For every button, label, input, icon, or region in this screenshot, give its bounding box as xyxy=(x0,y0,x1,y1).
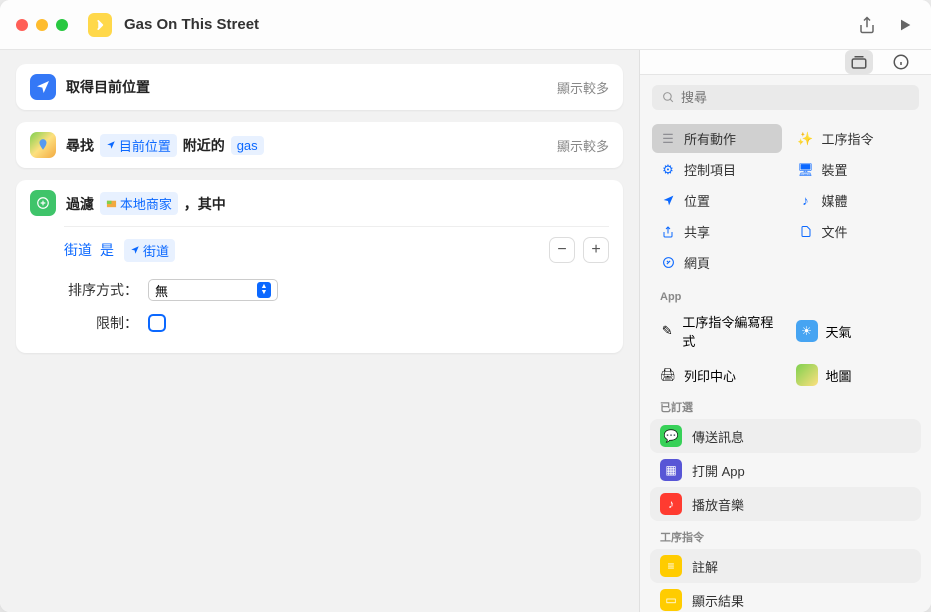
list-icon: ☰ xyxy=(660,131,676,147)
result-icon: ▭ xyxy=(660,589,682,611)
category-sharing[interactable]: 共享 xyxy=(652,217,782,246)
token-current-location[interactable]: 目前位置 xyxy=(100,134,177,157)
sort-label: 排序方式： xyxy=(64,280,138,300)
search-icon xyxy=(662,91,675,104)
app-icon: ▦ xyxy=(660,459,682,481)
token-gas[interactable]: gas xyxy=(231,136,264,155)
minimize-button[interactable] xyxy=(36,19,48,31)
search-box xyxy=(652,85,919,110)
wand-icon: ✨ xyxy=(798,131,814,147)
maps-icon xyxy=(796,364,818,386)
remove-filter-button[interactable]: − xyxy=(549,237,575,263)
category-media[interactable]: ♪ 媒體 xyxy=(790,186,920,215)
comment-icon: ≡ xyxy=(660,555,682,577)
section-scripts: 工序指令 xyxy=(640,523,931,547)
filter-condition-row: 街道 是 街道 − + xyxy=(64,226,609,273)
action-title: 取得目前位置 xyxy=(66,77,150,97)
app-weather[interactable]: ☀ 天氣 xyxy=(788,307,920,355)
category-scripting[interactable]: ✨ 工序指令 xyxy=(790,124,920,153)
main-content: 取得目前位置 顯示較多 尋找 目前位置 附近的 xyxy=(0,50,931,612)
location-icon xyxy=(30,74,56,100)
titlebar: Gas On This Street xyxy=(0,0,931,50)
token-local-business[interactable]: 本地商家 xyxy=(100,192,178,215)
action-open-app[interactable]: ▦ 打開 App xyxy=(650,453,921,487)
action-show-result[interactable]: ▭ 顯示結果 xyxy=(650,583,921,612)
weather-icon: ☀ xyxy=(796,320,818,342)
category-web[interactable]: 網頁 xyxy=(652,248,782,277)
filter-body: 街道 是 街道 − + 排序方式： 無 ▲ xyxy=(16,226,623,353)
category-location[interactable]: 位置 xyxy=(652,186,782,215)
action-play-music[interactable]: ♪ 播放音樂 xyxy=(650,487,921,521)
music-icon: ♪ xyxy=(798,193,814,209)
category-controls[interactable]: ⚙ 控制項目 xyxy=(652,155,782,184)
action-get-location[interactable]: 取得目前位置 顯示較多 xyxy=(16,64,623,110)
pinned-list: 💬 傳送訊息 ▦ 打開 App ♪ 播放音樂 xyxy=(640,417,931,523)
action-text: 過濾 本地商家 ，其中 xyxy=(66,192,226,215)
doc-icon xyxy=(798,224,814,240)
scripts-list: ≡ 註解 ▭ 顯示結果 ! 顯示提示 ⌨ 要求輸入 Σ 計數 xyxy=(640,547,931,612)
apps-row: ✎ 工序指令編寫程式 ☀ 天氣 🖨 列印中心 地圖 xyxy=(640,305,931,393)
category-documents[interactable]: 文件 xyxy=(790,217,920,246)
toolbar-right xyxy=(857,15,915,35)
play-icon[interactable] xyxy=(895,15,915,35)
sidebar-toolbar xyxy=(640,50,931,75)
action-find-nearby[interactable]: 尋找 目前位置 附近的 gas 顯示較多 xyxy=(16,122,623,168)
maps-icon xyxy=(30,132,56,158)
workflow-editor[interactable]: 取得目前位置 顯示較多 尋找 目前位置 附近的 xyxy=(0,50,639,612)
sort-select[interactable]: 無 ▲▼ xyxy=(148,279,278,301)
share-icon xyxy=(660,224,676,240)
shortcut-app-icon xyxy=(88,13,112,37)
show-more-button[interactable]: 顯示較多 xyxy=(557,78,609,97)
category-device[interactable]: 🖥 裝置 xyxy=(790,155,920,184)
section-apps: App xyxy=(640,285,931,305)
add-filter-button[interactable]: + xyxy=(583,237,609,263)
share-icon[interactable] xyxy=(857,15,877,35)
action-text: 尋找 目前位置 附近的 gas xyxy=(66,134,266,157)
window-title: Gas On This Street xyxy=(124,16,849,33)
filter-operator[interactable]: 是 xyxy=(100,240,114,260)
printer-icon: 🖨 xyxy=(660,367,676,383)
category-all-actions[interactable]: ☰ 所有動作 xyxy=(652,124,782,153)
action-send-message[interactable]: 💬 傳送訊息 xyxy=(650,419,921,453)
sort-row: 排序方式： 無 ▲▼ xyxy=(64,273,609,307)
filter-icon xyxy=(30,190,56,216)
filter-value-token[interactable]: 街道 xyxy=(124,239,175,262)
main-window: Gas On This Street 取得目前位置 顯示較多 xyxy=(0,0,931,612)
safari-icon xyxy=(660,255,676,271)
pencil-icon: ✎ xyxy=(660,323,674,339)
slider-icon: ⚙ xyxy=(660,162,676,178)
app-print-center[interactable]: 🖨 列印中心 xyxy=(652,359,784,391)
maximize-button[interactable] xyxy=(56,19,68,31)
location-icon xyxy=(660,193,676,209)
search-input[interactable] xyxy=(681,90,909,105)
app-maps[interactable]: 地圖 xyxy=(788,359,920,391)
action-comment[interactable]: ≡ 註解 xyxy=(650,549,921,583)
message-icon: 💬 xyxy=(660,425,682,447)
actions-sidebar: ☰ 所有動作 ✨ 工序指令 ⚙ 控制項目 🖥 裝置 xyxy=(639,50,931,612)
close-button[interactable] xyxy=(16,19,28,31)
section-pinned: 已訂選 xyxy=(640,393,931,417)
limit-label: 限制： xyxy=(64,313,138,333)
category-grid: ☰ 所有動作 ✨ 工序指令 ⚙ 控制項目 🖥 裝置 xyxy=(640,120,931,285)
app-shortcuts-editor[interactable]: ✎ 工序指令編寫程式 xyxy=(652,307,784,355)
music-icon: ♪ xyxy=(660,493,682,515)
filter-field[interactable]: 街道 xyxy=(64,240,92,260)
display-icon: 🖥 xyxy=(798,162,814,178)
action-filter[interactable]: 過濾 本地商家 ，其中 街道 是 街道 xyxy=(16,180,623,353)
limit-checkbox[interactable] xyxy=(148,314,166,332)
info-button[interactable] xyxy=(887,50,915,74)
show-more-button[interactable]: 顯示較多 xyxy=(557,136,609,155)
library-button[interactable] xyxy=(845,50,873,74)
traffic-lights xyxy=(16,19,68,31)
limit-row: 限制： xyxy=(64,307,609,339)
